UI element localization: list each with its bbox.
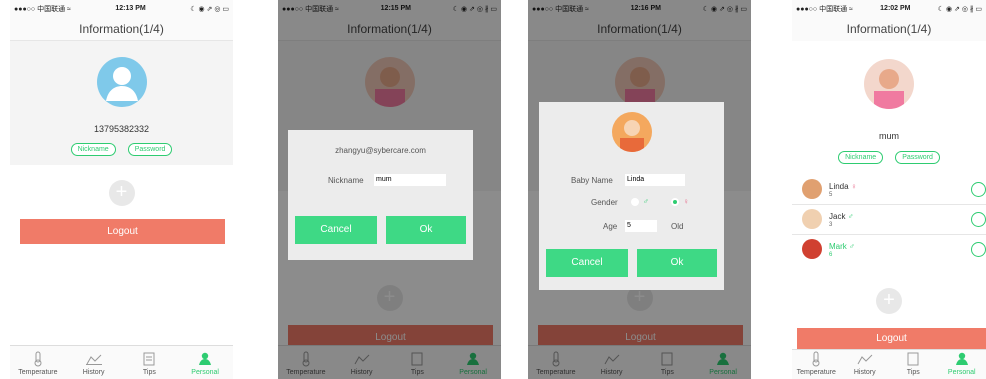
tab-label: History xyxy=(853,369,876,376)
person-icon xyxy=(955,351,969,367)
nickname-button[interactable]: Nickname xyxy=(838,151,884,164)
age-input[interactable] xyxy=(625,220,657,232)
cancel-button[interactable]: Cancel xyxy=(546,249,628,277)
tab-temperature[interactable]: Temperature xyxy=(10,346,66,379)
status-bar: ●●●○○ 中国联通 ≈ 12:13 PM ☾ ◉ ⇗ ◎ ▭ xyxy=(10,0,233,17)
baby-name-input[interactable] xyxy=(625,174,685,186)
baby-name-label: Baby Name xyxy=(571,176,613,185)
status-bar: ●●●○○ 中国联通 ≈ 12:02 PM ☾ ◉ ⇗ ◎ ∦ ▭ xyxy=(792,0,986,17)
baby-age: 5 xyxy=(829,192,833,198)
thermometer-icon xyxy=(811,351,821,367)
edit-icon[interactable] xyxy=(971,242,986,257)
nickname-input[interactable] xyxy=(374,174,446,186)
thermometer-icon xyxy=(33,351,43,367)
list-item[interactable]: Mark ♂ 6 xyxy=(792,235,986,265)
password-button[interactable]: Password xyxy=(127,143,173,156)
list-item[interactable]: Linda ♀ 5 xyxy=(792,175,986,205)
ok-button[interactable]: Ok xyxy=(386,216,466,244)
tab-tips[interactable]: Tips xyxy=(122,346,178,379)
tab-label: Temperature xyxy=(796,369,836,376)
edit-icon[interactable] xyxy=(971,212,986,227)
logout-button[interactable]: Logout xyxy=(20,219,225,244)
age-unit: Old xyxy=(671,222,684,231)
baby-name-line: Jack ♂ xyxy=(829,212,854,221)
ok-button[interactable]: Ok xyxy=(637,249,717,277)
baby-age: 3 xyxy=(829,222,833,228)
notes-icon xyxy=(143,351,155,367)
baby-name-line: Linda ♀ xyxy=(829,182,857,191)
baby-info-dialog: Baby Name Gender ♂ ♀ Age Old Cancel Ok xyxy=(539,102,724,290)
cancel-button[interactable]: Cancel xyxy=(295,216,377,244)
carrier-text: ●●●○○ 中国联通 ≈ xyxy=(14,5,71,13)
baby-avatar xyxy=(802,239,822,259)
baby-name: Jack xyxy=(829,212,846,221)
person-icon xyxy=(198,351,212,367)
tab-label: Personal xyxy=(947,369,976,376)
tab-temperature[interactable]: Temperature xyxy=(792,350,841,379)
screen-profile-with-babies: ●●●○○ 中国联通 ≈ 12:02 PM ☾ ◉ ⇗ ◎ ∦ ▭ Inform… xyxy=(792,0,986,379)
gender-female-radio[interactable] xyxy=(671,198,679,206)
tab-bar: Temperature History Tips Personal xyxy=(792,349,986,379)
baby-name: Mark xyxy=(829,242,847,251)
add-baby-button[interactable]: + xyxy=(876,288,902,314)
status-icons: ☾ ◉ ⇗ ◎ ∦ ▭ xyxy=(937,5,982,13)
profile-card: mum Nickname Password xyxy=(792,41,986,171)
screen-nickname-dialog: ●●●○○ 中国联通 ≈ 12:15 PM ☾ ◉ ⇗ ◎ ∦ ▭ Inform… xyxy=(278,0,501,379)
screen-baby-dialog: ●●●○○ 中国联通 ≈ 12:16 PM ☾ ◉ ⇗ ◎ ∦ ▭ Inform… xyxy=(528,0,751,379)
baby-name-line: Mark ♂ xyxy=(829,242,855,251)
notes-icon xyxy=(907,351,919,367)
tab-label: Personal xyxy=(191,369,219,376)
female-symbol: ♀ xyxy=(850,182,857,191)
tab-label: Tips xyxy=(142,369,156,376)
baby-age: 6 xyxy=(829,252,833,258)
male-symbol: ♂ xyxy=(847,212,854,221)
nickname-text: mum xyxy=(879,131,899,141)
time-text: 12:13 PM xyxy=(115,5,146,12)
age-label: Age xyxy=(603,222,618,231)
female-symbol: ♀ xyxy=(683,197,689,206)
male-symbol: ♂ xyxy=(643,197,649,206)
tab-bar: Temperature History Tips Personal xyxy=(10,345,233,379)
tab-tips[interactable]: Tips xyxy=(889,350,938,379)
tab-label: History xyxy=(82,369,105,376)
nickname-dialog: zhangyu@sybercare.com Nickname Cancel Ok xyxy=(288,130,473,260)
gender-male-radio[interactable] xyxy=(631,198,639,206)
baby-avatar xyxy=(802,179,822,199)
logout-button[interactable]: Logout xyxy=(797,328,986,350)
male-symbol: ♂ xyxy=(849,242,856,251)
tab-label: Temperature xyxy=(18,369,58,376)
tab-history[interactable]: History xyxy=(841,350,890,379)
status-icons: ☾ ◉ ⇗ ◎ ▭ xyxy=(190,5,229,13)
email-text: zhangyu@sybercare.com xyxy=(335,146,426,155)
chart-icon xyxy=(857,351,873,367)
baby-avatar xyxy=(802,209,822,229)
chart-icon xyxy=(85,351,102,367)
add-baby-button[interactable]: + xyxy=(108,180,135,206)
default-avatar-icon[interactable] xyxy=(96,57,147,107)
carrier-text: ●●●○○ 中国联通 ≈ xyxy=(796,5,853,13)
baby-name: Linda xyxy=(829,182,849,191)
page-title: Information(1/4) xyxy=(792,17,986,41)
nickname-button[interactable]: Nickname xyxy=(70,143,116,156)
phone-number: 13795382332 xyxy=(93,124,150,134)
edit-icon[interactable] xyxy=(971,182,986,197)
time-text: 12:02 PM xyxy=(880,5,911,12)
tab-personal[interactable]: Personal xyxy=(177,346,233,379)
page-title: Information(1/4) xyxy=(10,17,233,41)
list-item[interactable]: Jack ♂ 3 xyxy=(792,205,986,235)
baby-photo-avatar[interactable] xyxy=(611,112,652,152)
password-button[interactable]: Password xyxy=(895,151,940,164)
profile-card: 13795382332 Nickname Password xyxy=(10,41,233,165)
gender-label: Gender xyxy=(591,198,618,207)
tab-history[interactable]: History xyxy=(66,346,122,379)
nickname-label: Nickname xyxy=(328,176,364,185)
tab-personal[interactable]: Personal xyxy=(938,350,986,379)
tab-label: Tips xyxy=(906,369,920,376)
user-photo-avatar[interactable] xyxy=(864,59,914,109)
screen-default-profile: ●●●○○ 中国联通 ≈ 12:13 PM ☾ ◉ ⇗ ◎ ▭ Informat… xyxy=(10,0,233,379)
